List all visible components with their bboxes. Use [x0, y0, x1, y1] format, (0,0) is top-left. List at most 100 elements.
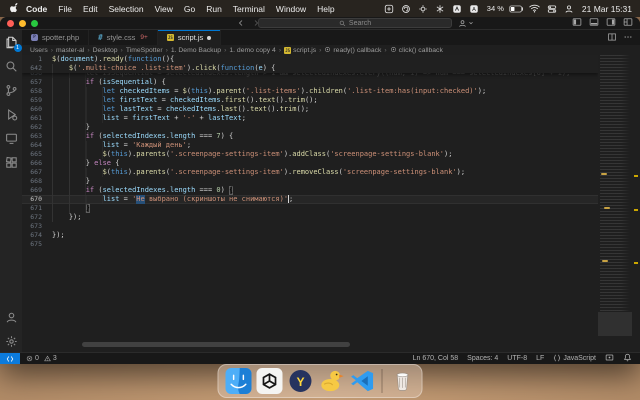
breadcrumb-item-script-js[interactable]: JSscript.js	[284, 47, 316, 54]
breadcrumb-item-timespotter[interactable]: TimeSpotter	[126, 47, 163, 54]
minimap[interactable]	[598, 55, 632, 352]
line-content: $(this).parents('.screenpage-settings-it…	[42, 150, 452, 159]
tab-spotter-php[interactable]: Pspotter.php	[22, 30, 89, 45]
dark-app-icon[interactable]	[452, 3, 463, 14]
battery-percentage[interactable]: 34 %	[487, 4, 504, 13]
split-editor-icon[interactable]	[607, 29, 617, 47]
zoom-window-button[interactable]	[31, 20, 38, 27]
line-number[interactable]: 666	[22, 159, 42, 168]
menu-item-edit[interactable]: Edit	[83, 4, 98, 14]
problems-indicator[interactable]: 0 3	[26, 355, 57, 362]
line-number[interactable]: 661	[22, 114, 42, 123]
activity-bar-item-accounts-icon[interactable]	[4, 310, 19, 325]
line-number[interactable]: 673	[22, 222, 42, 231]
menu-item-terminal[interactable]: Terminal	[233, 4, 265, 14]
close-window-button[interactable]	[7, 20, 14, 27]
editor-scroller: 1$(document).ready(function(){642$('.mul…	[22, 55, 598, 352]
php-file-icon: P	[31, 34, 38, 41]
line-number[interactable]: 642	[22, 64, 42, 73]
menu-item-code[interactable]: Code	[26, 4, 47, 14]
line-number[interactable]: 658	[22, 87, 42, 96]
encoding[interactable]: UTF-8	[507, 355, 527, 362]
code-editor[interactable]: 1$(document).ready(function(){642$('.mul…	[22, 55, 640, 352]
breadcrumb-item-ready-callback[interactable]: ready() callback	[324, 46, 381, 55]
line-number[interactable]: 656	[22, 73, 42, 74]
chatgpt-dock-icon[interactable]	[256, 368, 283, 395]
breadcrumb-item-click-callback[interactable]: click() callback	[390, 46, 443, 55]
line-number[interactable]: 659	[22, 96, 42, 105]
screen-app-icon[interactable]	[384, 3, 395, 14]
horizontal-scrollbar[interactable]	[82, 342, 350, 347]
input-source-icon[interactable]: A	[469, 3, 480, 14]
menu-item-selection[interactable]: Selection	[109, 4, 144, 14]
line-number[interactable]: 669	[22, 186, 42, 195]
cast-button[interactable]	[605, 353, 614, 364]
breadcrumb-item-users[interactable]: Users	[30, 47, 48, 54]
apple-icon[interactable]	[8, 3, 20, 14]
breadcrumb-item-1-demo-backup[interactable]: 1. Demo Backup	[171, 47, 221, 54]
line-number[interactable]: 671	[22, 204, 42, 213]
activity-bar-item-source-control-icon[interactable]	[4, 83, 19, 98]
menu-item-go[interactable]: Go	[184, 4, 195, 14]
menu-item-view[interactable]: View	[155, 4, 173, 14]
indentation[interactable]: Spaces: 4	[467, 355, 498, 362]
activity-bar-item-explorer-icon[interactable]: 1	[4, 35, 19, 50]
line-number[interactable]: 675	[22, 240, 42, 249]
trash-dock-icon[interactable]	[389, 368, 416, 395]
gear-app-icon[interactable]	[418, 3, 429, 14]
cursor-position[interactable]: Ln 670, Col 58	[413, 355, 459, 362]
battery-icon[interactable]	[511, 3, 522, 14]
tab-script-js[interactable]: JSscript.js	[158, 30, 221, 45]
line-number[interactable]: 667	[22, 168, 42, 177]
notifications-bell[interactable]	[623, 353, 632, 364]
minimap-slider[interactable]	[598, 312, 632, 336]
breadcrumb-item-desktop[interactable]: Desktop	[93, 47, 118, 54]
activity-bar-item-run-debug-icon[interactable]	[4, 107, 19, 122]
line-number[interactable]: 664	[22, 141, 42, 150]
line-number[interactable]: 665	[22, 150, 42, 159]
line-number[interactable]: 662	[22, 123, 42, 132]
menu-item-run[interactable]: Run	[206, 4, 222, 14]
tab-style-css[interactable]: #style.css9+	[89, 30, 158, 45]
user-switch-icon[interactable]	[564, 3, 575, 14]
code-line-675: 675	[22, 240, 598, 249]
code-line-1: 1$(document).ready(function(){	[22, 55, 598, 64]
control-center-icon[interactable]	[547, 3, 558, 14]
menubar-clock[interactable]: 21 Mar 15:31	[582, 4, 632, 14]
wifi-icon[interactable]	[529, 3, 540, 14]
activity-bar-item-remote-explorer-icon[interactable]	[4, 131, 19, 146]
vscode-dock-icon[interactable]	[349, 368, 376, 395]
menu-item-help[interactable]: Help	[317, 4, 334, 14]
activity-bar-item-extensions-icon[interactable]	[4, 155, 19, 170]
line-number[interactable]: 674	[22, 231, 42, 240]
line-number[interactable]: 1	[22, 55, 42, 64]
breadcrumb-item-1-demo-copy-4[interactable]: 1. demo copy 4	[229, 47, 275, 54]
finder-dock-icon[interactable]	[225, 368, 252, 395]
line-number[interactable]: 668	[22, 177, 42, 186]
swirl-app-icon[interactable]	[401, 3, 412, 14]
menu-item-window[interactable]: Window	[276, 4, 306, 14]
more-actions-icon[interactable]	[623, 29, 633, 47]
error-icon	[26, 355, 33, 362]
menu-item-file[interactable]: File	[58, 4, 72, 14]
dock-divider	[382, 369, 383, 393]
activity-bar-item-settings-gear-icon[interactable]	[4, 334, 19, 349]
line-number[interactable]: 660	[22, 105, 42, 114]
language-mode[interactable]: JavaScript	[553, 354, 596, 364]
profile-button[interactable]	[458, 19, 474, 28]
command-center-search[interactable]: Search	[258, 18, 452, 28]
minimize-window-button[interactable]	[19, 20, 26, 27]
line-number[interactable]: 672	[22, 213, 42, 222]
activity-bar-item-search-icon[interactable]	[4, 59, 19, 74]
flower-app-icon[interactable]	[435, 3, 446, 14]
line-number[interactable]: 670	[22, 195, 42, 204]
search-placeholder: Search	[349, 20, 371, 27]
eol[interactable]: LF	[536, 355, 544, 362]
cyberduck-dock-icon[interactable]	[318, 368, 345, 395]
sticky-scroll[interactable]: 1$(document).ready(function(){642$('.mul…	[22, 55, 598, 73]
line-number[interactable]: 657	[22, 78, 42, 87]
line-number[interactable]: 663	[22, 132, 42, 141]
breadcrumb-item-master-al[interactable]: master-al	[56, 47, 84, 54]
remote-indicator[interactable]	[0, 353, 20, 364]
y-app-dock-icon[interactable]: Y	[287, 368, 314, 395]
